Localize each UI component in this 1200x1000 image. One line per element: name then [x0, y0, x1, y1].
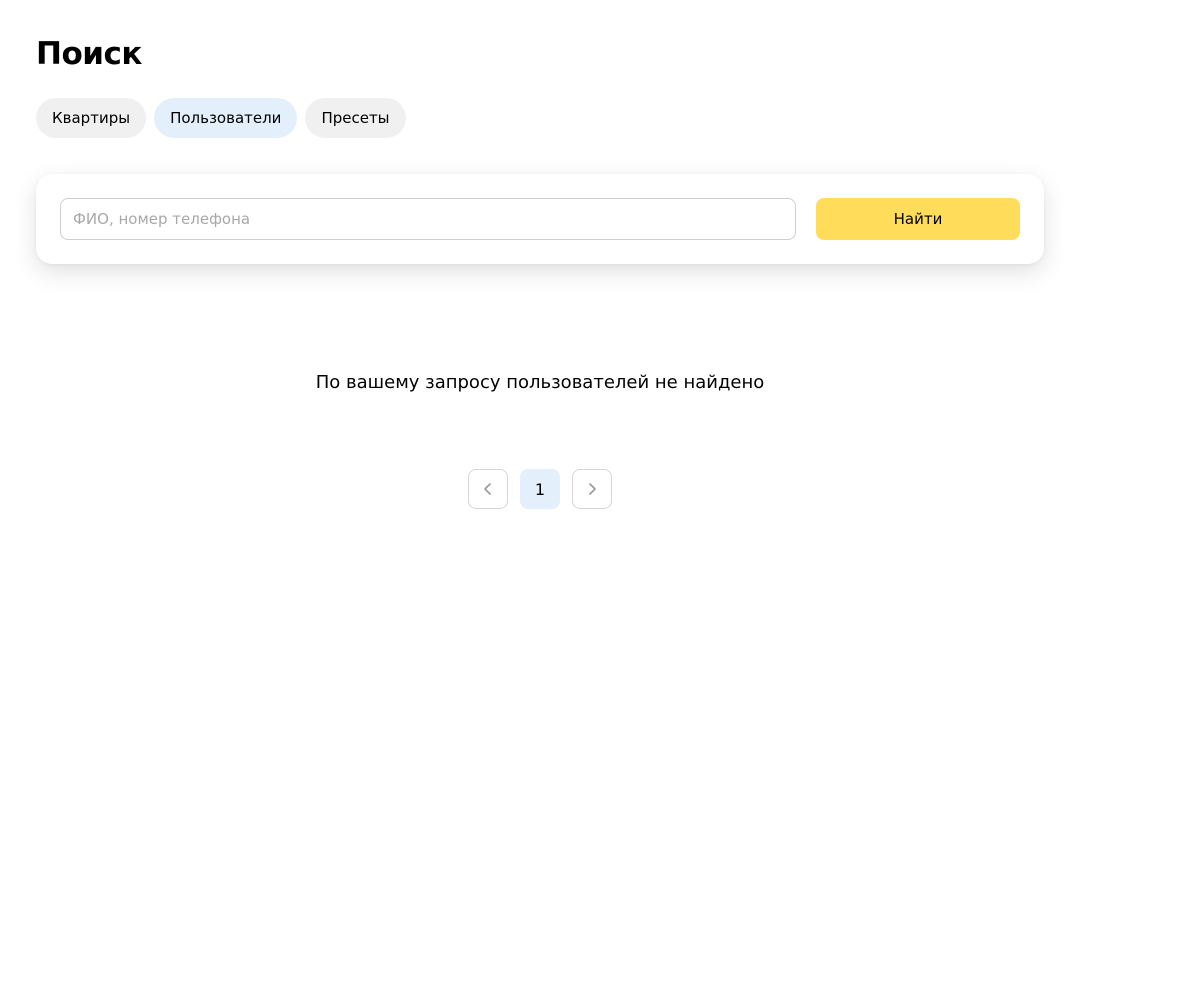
page-title: Поиск — [36, 36, 142, 72]
search-input[interactable] — [60, 198, 796, 240]
pagination-prev-button[interactable] — [468, 469, 508, 509]
empty-results-message: По вашему запросу пользователей не найде… — [315, 372, 765, 393]
page-root: Поиск Квартиры Пользователи Пресеты Найт… — [0, 0, 1200, 1000]
pagination: 1 — [468, 469, 612, 509]
tabs-bar: Квартиры Пользователи Пресеты — [36, 98, 406, 138]
chevron-right-icon — [585, 482, 599, 496]
search-card: Найти — [36, 174, 1044, 264]
tab-presets[interactable]: Пресеты — [305, 98, 406, 138]
tab-users[interactable]: Пользователи — [154, 98, 298, 138]
pagination-next-button[interactable] — [572, 469, 612, 509]
tab-apartments[interactable]: Квартиры — [36, 98, 147, 138]
search-button[interactable]: Найти — [816, 198, 1020, 240]
chevron-left-icon — [481, 482, 495, 496]
pagination-page-1[interactable]: 1 — [520, 469, 560, 509]
